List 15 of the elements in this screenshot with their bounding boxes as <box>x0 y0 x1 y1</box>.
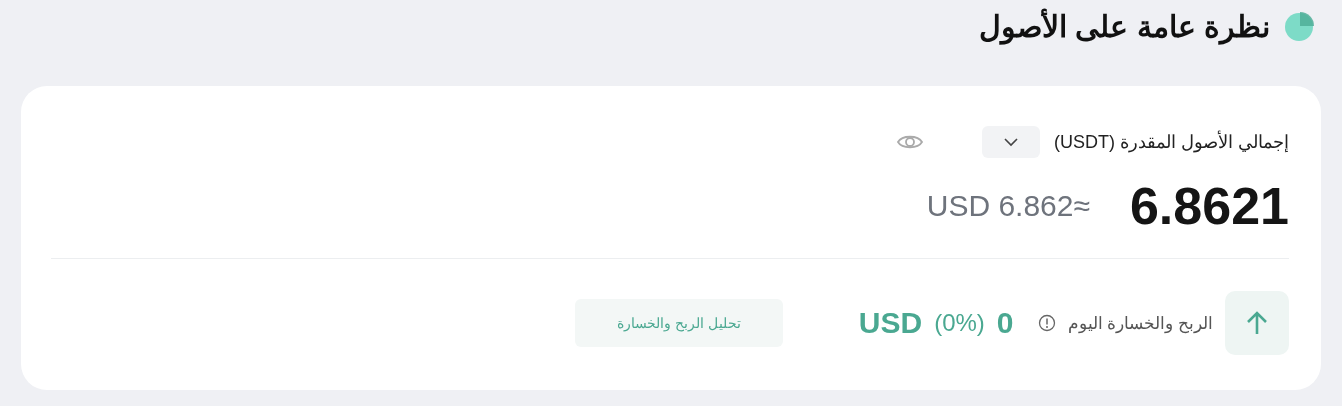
currency-dropdown[interactable] <box>982 126 1040 158</box>
balance-value: 6.8621 <box>1129 176 1289 236</box>
page-title: نظرة عامة على الأصول <box>979 8 1270 44</box>
expand-button[interactable] <box>1225 291 1289 355</box>
pnl-analysis-button[interactable]: تحليل الربح والخسارة <box>574 299 783 347</box>
info-icon[interactable] <box>1037 314 1056 332</box>
converted-value: USD 6.862≈ <box>926 189 1090 223</box>
pnl-currency: USD <box>858 306 923 340</box>
pnl-label: الربح والخسارة اليوم <box>1067 312 1213 334</box>
pnl-percent: (0%) <box>934 309 985 337</box>
total-assets-label: إجمالي الأصول المقدرة (USDT) <box>1054 131 1289 153</box>
pnl-amount: 0 <box>996 306 1014 340</box>
chevron-down-icon <box>1003 137 1019 147</box>
arrow-up-icon <box>1245 310 1269 336</box>
pie-chart-icon <box>1284 10 1316 42</box>
